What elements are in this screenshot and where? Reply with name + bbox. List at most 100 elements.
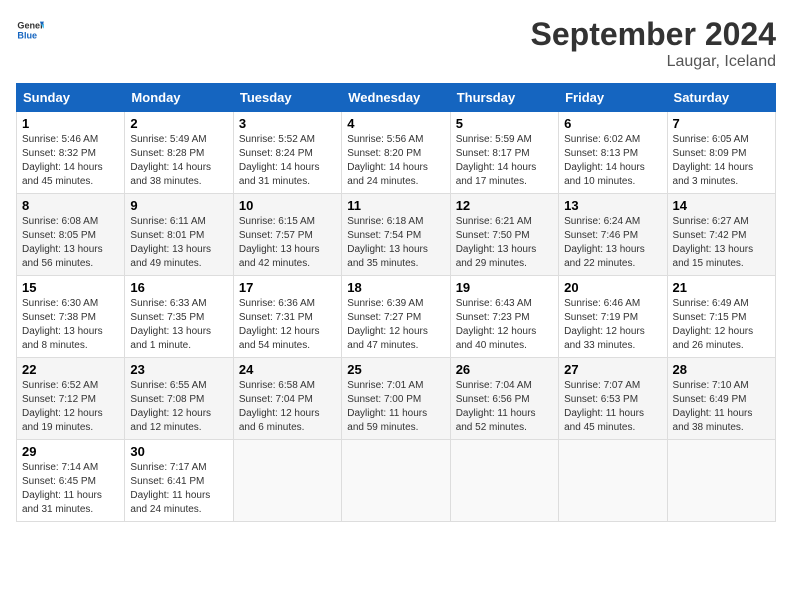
day-number: 14 (673, 198, 770, 213)
location: Laugar, Iceland (531, 53, 776, 71)
empty-cell (559, 440, 667, 522)
day-cell: 10Sunrise: 6:15 AM Sunset: 7:57 PM Dayli… (233, 194, 341, 276)
day-cell: 13Sunrise: 6:24 AM Sunset: 7:46 PM Dayli… (559, 194, 667, 276)
day-number: 4 (347, 116, 444, 131)
day-cell: 14 Sunrise: 6:27 AM Sunset: 7:42 PM Dayli… (667, 194, 775, 276)
empty-cell (450, 440, 558, 522)
day-info: Sunrise: 6:11 AM Sunset: 8:01 PM Dayligh… (130, 215, 227, 271)
day-cell: 11Sunrise: 6:18 AM Sunset: 7:54 PM Dayli… (342, 194, 450, 276)
day-info: Sunrise: 6:21 AM Sunset: 7:50 PM Dayligh… (456, 215, 553, 271)
day-cell: 25 Sunrise: 7:01 AM Sunset: 7:00 PM Dayli… (342, 358, 450, 440)
empty-cell (342, 440, 450, 522)
col-header-wednesday: Wednesday (342, 84, 450, 112)
day-number: 26 (456, 362, 553, 377)
day-cell: 26 Sunrise: 7:04 AM Sunset: 6:56 PM Dayli… (450, 358, 558, 440)
day-info: Sunrise: 6:02 AM Sunset: 8:13 PM Dayligh… (564, 133, 661, 189)
day-cell: 1 Sunrise: 5:46 AM Sunset: 8:32 PM Daylig… (17, 112, 125, 194)
day-cell: 30 Sunrise: 7:17 AM Sunset: 6:41 PM Dayli… (125, 440, 233, 522)
day-info: Sunrise: 6:36 AM Sunset: 7:31 PM Dayligh… (239, 297, 336, 353)
day-info: Sunrise: 7:04 AM Sunset: 6:56 PM Dayligh… (456, 379, 553, 435)
month-title: September 2024 (531, 16, 776, 53)
day-number: 3 (239, 116, 336, 131)
empty-cell (667, 440, 775, 522)
day-number: 30 (130, 444, 227, 459)
logo-icon: General Blue (16, 16, 44, 44)
day-info: Sunrise: 6:30 AM Sunset: 7:38 PM Dayligh… (22, 297, 119, 353)
day-info: Sunrise: 6:49 AM Sunset: 7:15 PM Dayligh… (673, 297, 770, 353)
svg-text:Blue: Blue (17, 30, 37, 40)
day-info: Sunrise: 6:58 AM Sunset: 7:04 PM Dayligh… (239, 379, 336, 435)
col-header-tuesday: Tuesday (233, 84, 341, 112)
day-info: Sunrise: 5:59 AM Sunset: 8:17 PM Dayligh… (456, 133, 553, 189)
day-info: Sunrise: 7:10 AM Sunset: 6:49 PM Dayligh… (673, 379, 770, 435)
day-info: Sunrise: 6:43 AM Sunset: 7:23 PM Dayligh… (456, 297, 553, 353)
calendar-table: SundayMondayTuesdayWednesdayThursdayFrid… (16, 83, 776, 522)
day-cell: 7 Sunrise: 6:05 AM Sunset: 8:09 PM Daylig… (667, 112, 775, 194)
day-info: Sunrise: 5:56 AM Sunset: 8:20 PM Dayligh… (347, 133, 444, 189)
day-number: 10 (239, 198, 336, 213)
day-cell: 9 Sunrise: 6:11 AM Sunset: 8:01 PM Daylig… (125, 194, 233, 276)
day-cell: 23 Sunrise: 6:55 AM Sunset: 7:08 PM Dayli… (125, 358, 233, 440)
day-number: 28 (673, 362, 770, 377)
day-info: Sunrise: 7:17 AM Sunset: 6:41 PM Dayligh… (130, 461, 227, 517)
day-number: 16 (130, 280, 227, 295)
day-info: Sunrise: 6:05 AM Sunset: 8:09 PM Dayligh… (673, 133, 770, 189)
day-number: 23 (130, 362, 227, 377)
day-number: 6 (564, 116, 661, 131)
day-number: 27 (564, 362, 661, 377)
day-cell: 20 Sunrise: 6:46 AM Sunset: 7:19 PM Dayli… (559, 276, 667, 358)
day-cell: 12 Sunrise: 6:21 AM Sunset: 7:50 PM Dayli… (450, 194, 558, 276)
day-info: Sunrise: 6:55 AM Sunset: 7:08 PM Dayligh… (130, 379, 227, 435)
day-info: Sunrise: 6:39 AM Sunset: 7:27 PM Dayligh… (347, 297, 444, 353)
day-number: 13 (564, 198, 661, 213)
day-info: Sunrise: 7:01 AM Sunset: 7:00 PM Dayligh… (347, 379, 444, 435)
day-cell: 29 Sunrise: 7:14 AM Sunset: 6:45 PM Dayli… (17, 440, 125, 522)
day-info: Sunrise: 5:52 AM Sunset: 8:24 PM Dayligh… (239, 133, 336, 189)
day-number: 18 (347, 280, 444, 295)
day-cell: 15Sunrise: 6:30 AM Sunset: 7:38 PM Dayli… (17, 276, 125, 358)
week-row: 1 Sunrise: 5:46 AM Sunset: 8:32 PM Daylig… (17, 112, 776, 194)
day-number: 25 (347, 362, 444, 377)
day-number: 20 (564, 280, 661, 295)
page-header: General Blue September 2024 Laugar, Icel… (16, 16, 776, 71)
day-info: Sunrise: 6:46 AM Sunset: 7:19 PM Dayligh… (564, 297, 661, 353)
day-cell: 24 Sunrise: 6:58 AM Sunset: 7:04 PM Dayli… (233, 358, 341, 440)
week-row: 29 Sunrise: 7:14 AM Sunset: 6:45 PM Dayli… (17, 440, 776, 522)
day-number: 8 (22, 198, 119, 213)
day-number: 12 (456, 198, 553, 213)
day-cell: 22 Sunrise: 6:52 AM Sunset: 7:12 PM Dayli… (17, 358, 125, 440)
day-info: Sunrise: 5:46 AM Sunset: 8:32 PM Dayligh… (22, 133, 119, 189)
empty-cell (233, 440, 341, 522)
day-number: 2 (130, 116, 227, 131)
day-cell: 5 Sunrise: 5:59 AM Sunset: 8:17 PM Daylig… (450, 112, 558, 194)
day-cell: 17 Sunrise: 6:36 AM Sunset: 7:31 PM Dayli… (233, 276, 341, 358)
day-cell: 4 Sunrise: 5:56 AM Sunset: 8:20 PM Daylig… (342, 112, 450, 194)
day-number: 1 (22, 116, 119, 131)
col-header-friday: Friday (559, 84, 667, 112)
day-info: Sunrise: 6:33 AM Sunset: 7:35 PM Dayligh… (130, 297, 227, 353)
day-number: 17 (239, 280, 336, 295)
day-cell: 6 Sunrise: 6:02 AM Sunset: 8:13 PM Daylig… (559, 112, 667, 194)
week-row: 15Sunrise: 6:30 AM Sunset: 7:38 PM Dayli… (17, 276, 776, 358)
day-cell: 16 Sunrise: 6:33 AM Sunset: 7:35 PM Dayli… (125, 276, 233, 358)
day-number: 24 (239, 362, 336, 377)
day-number: 5 (456, 116, 553, 131)
day-info: Sunrise: 6:08 AM Sunset: 8:05 PM Dayligh… (22, 215, 119, 271)
day-number: 29 (22, 444, 119, 459)
day-info: Sunrise: 6:18 AM Sunset: 7:54 PM Dayligh… (347, 215, 444, 271)
week-row: 8 Sunrise: 6:08 AM Sunset: 8:05 PM Daylig… (17, 194, 776, 276)
day-cell: 3 Sunrise: 5:52 AM Sunset: 8:24 PM Daylig… (233, 112, 341, 194)
day-cell: 27Sunrise: 7:07 AM Sunset: 6:53 PM Dayli… (559, 358, 667, 440)
day-info: Sunrise: 5:49 AM Sunset: 8:28 PM Dayligh… (130, 133, 227, 189)
day-cell: 18 Sunrise: 6:39 AM Sunset: 7:27 PM Dayli… (342, 276, 450, 358)
day-info: Sunrise: 6:52 AM Sunset: 7:12 PM Dayligh… (22, 379, 119, 435)
week-row: 22 Sunrise: 6:52 AM Sunset: 7:12 PM Dayli… (17, 358, 776, 440)
day-number: 22 (22, 362, 119, 377)
col-header-sunday: Sunday (17, 84, 125, 112)
day-number: 7 (673, 116, 770, 131)
day-info: Sunrise: 7:14 AM Sunset: 6:45 PM Dayligh… (22, 461, 119, 517)
day-number: 9 (130, 198, 227, 213)
svg-text:General: General (17, 21, 44, 31)
header-row: SundayMondayTuesdayWednesdayThursdayFrid… (17, 84, 776, 112)
day-info: Sunrise: 6:27 AM Sunset: 7:42 PM Dayligh… (673, 215, 770, 271)
